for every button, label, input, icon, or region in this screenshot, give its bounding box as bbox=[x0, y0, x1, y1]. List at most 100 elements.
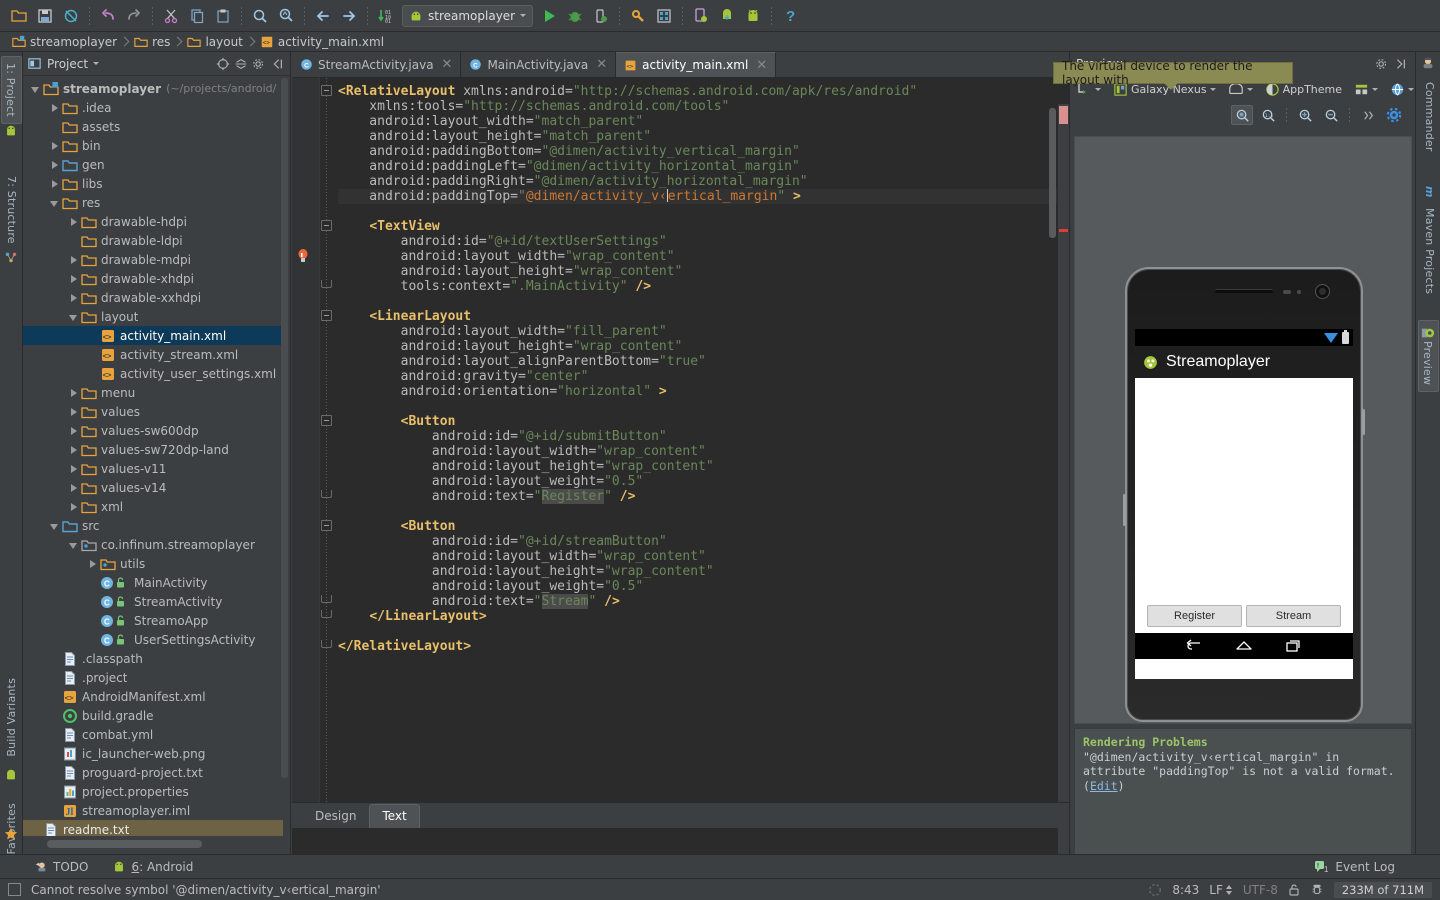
sidebar-tab-structure[interactable]: 7: Structure bbox=[1, 170, 22, 250]
sidebar-tab-build-variants[interactable]: Build Variants bbox=[1, 672, 22, 763]
chevron-down-icon[interactable] bbox=[1095, 88, 1101, 94]
tree-node-co-infinum-streamoplayer[interactable]: co.infinum.streamoplayer bbox=[23, 535, 283, 554]
event-log-button[interactable]: !1 Event Log bbox=[1314, 860, 1395, 874]
breadcrumb-item-file[interactable]: <> activity_main.xml bbox=[260, 35, 388, 49]
project-tree[interactable]: streamoplayer(~/projects/android/.ideaas… bbox=[23, 76, 283, 836]
tree-twisty-exp-icon[interactable] bbox=[67, 310, 81, 324]
tab-stream-activity[interactable]: C StreamActivity.java ✕ bbox=[292, 52, 461, 77]
fold-end[interactable] bbox=[321, 490, 332, 498]
tree-twisty-exp-icon[interactable] bbox=[29, 82, 43, 96]
register-button[interactable]: Register bbox=[1147, 605, 1242, 627]
project-tree-hscrollbar[interactable] bbox=[47, 840, 202, 848]
editor-scrollbar[interactable] bbox=[1049, 108, 1056, 238]
compile-icon[interactable]: 011001 bbox=[375, 5, 397, 27]
tree-node-project-properties[interactable]: project.properties bbox=[23, 782, 283, 801]
tree-twisty-col-icon[interactable] bbox=[67, 462, 81, 476]
tree-node-bin[interactable]: bin bbox=[23, 136, 283, 155]
tree-twisty-col-icon[interactable] bbox=[48, 101, 62, 115]
paste-icon[interactable] bbox=[212, 5, 234, 27]
tree-node--project[interactable]: .project bbox=[23, 668, 283, 687]
close-icon[interactable]: ✕ bbox=[756, 58, 767, 73]
error-marker[interactable] bbox=[1059, 106, 1068, 124]
fold-end[interactable] bbox=[321, 280, 332, 288]
save-all-icon[interactable] bbox=[34, 5, 56, 27]
tree-twisty-col-icon[interactable] bbox=[67, 405, 81, 419]
bottom-tab-todo[interactable]: TODO bbox=[34, 860, 88, 874]
undo-icon[interactable] bbox=[97, 5, 119, 27]
fold-toggle[interactable] bbox=[321, 415, 332, 426]
find-replace-icon[interactable] bbox=[275, 5, 297, 27]
sync-icon[interactable] bbox=[60, 5, 82, 27]
tree-twisty-col-icon[interactable] bbox=[67, 500, 81, 514]
overflow-icon[interactable] bbox=[1357, 105, 1379, 125]
breadcrumb-item-layout[interactable]: layout bbox=[187, 35, 246, 49]
tree-node-libs[interactable]: libs bbox=[23, 174, 283, 193]
lightbulb-error-icon[interactable] bbox=[296, 248, 310, 264]
tree-twisty-exp-icon[interactable] bbox=[67, 538, 81, 552]
tree-node-streamactivity[interactable]: CStreamActivity bbox=[23, 592, 283, 611]
tree-twisty-exp-icon[interactable] bbox=[48, 196, 62, 210]
fold-end[interactable] bbox=[321, 640, 332, 648]
editor-gutter[interactable] bbox=[292, 78, 320, 828]
refresh-icon[interactable] bbox=[1383, 105, 1405, 125]
tree-node-build-gradle[interactable]: build.gradle bbox=[23, 706, 283, 725]
tree-node-activity-stream-xml[interactable]: <>activity_stream.xml bbox=[23, 345, 283, 364]
tree-twisty-col-icon[interactable] bbox=[86, 557, 100, 571]
android-icon[interactable] bbox=[742, 5, 764, 27]
hide-panel-icon[interactable] bbox=[1391, 55, 1409, 73]
tree-twisty-col-icon[interactable] bbox=[67, 424, 81, 438]
tree-node-streamoplayer-iml[interactable]: Jlstreamoplayer.iml bbox=[23, 801, 283, 820]
run-icon[interactable] bbox=[538, 5, 560, 27]
tree-twisty-col-icon[interactable] bbox=[48, 158, 62, 172]
tree-node-drawable-xxhdpi[interactable]: drawable-xxhdpi bbox=[23, 288, 283, 307]
fold-toggle[interactable] bbox=[321, 520, 332, 531]
sidebar-tab-maven[interactable]: Maven Projects bbox=[1419, 202, 1440, 300]
editor-fold-strip[interactable] bbox=[320, 78, 334, 828]
breadcrumb-item-module[interactable]: streamoplayer bbox=[12, 35, 121, 49]
tree-node-values[interactable]: values bbox=[23, 402, 283, 421]
tree-node-utils[interactable]: utils bbox=[23, 554, 283, 573]
fold-toggle[interactable] bbox=[321, 310, 332, 321]
tree-twisty-col-icon[interactable] bbox=[48, 177, 62, 191]
edit-link[interactable]: Edit bbox=[1090, 779, 1118, 793]
tree-node-proguard-project-txt[interactable]: proguard-project.txt bbox=[23, 763, 283, 782]
tree-twisty-col-icon[interactable] bbox=[67, 253, 81, 267]
find-icon[interactable] bbox=[249, 5, 271, 27]
zoom-in-icon[interactable] bbox=[1294, 105, 1316, 125]
tree-node-activity-user-settings-xml[interactable]: <>activity_user_settings.xml bbox=[23, 364, 283, 383]
background-tasks-icon[interactable] bbox=[1148, 883, 1162, 897]
home-icon[interactable] bbox=[1234, 639, 1254, 653]
stream-button[interactable]: Stream bbox=[1246, 605, 1341, 627]
encoding-label[interactable]: UTF-8 bbox=[1243, 883, 1278, 897]
tree-twisty-col-icon[interactable] bbox=[67, 481, 81, 495]
tree-node-combat-yml[interactable]: combat.yml bbox=[23, 725, 283, 744]
run-with-coverage-icon[interactable] bbox=[590, 5, 612, 27]
collapse-all-icon[interactable] bbox=[232, 55, 250, 73]
copy-icon[interactable] bbox=[186, 5, 208, 27]
sdk-manager-icon[interactable] bbox=[627, 5, 649, 27]
tree-node--idea[interactable]: .idea bbox=[23, 98, 283, 117]
memory-indicator[interactable]: 233M of 711M bbox=[1334, 882, 1432, 898]
breadcrumb-item-res[interactable]: res bbox=[134, 35, 174, 49]
close-icon[interactable]: ✕ bbox=[596, 57, 607, 72]
line-ending-selector[interactable]: LF bbox=[1209, 883, 1233, 897]
tree-twisty-col-icon[interactable] bbox=[67, 291, 81, 305]
tree-node-streamoplayer[interactable]: streamoplayer(~/projects/android/ bbox=[23, 79, 283, 98]
tree-node-drawable-ldpi[interactable]: drawable-ldpi bbox=[23, 231, 283, 250]
tree-node-gen[interactable]: gen bbox=[23, 155, 283, 174]
tree-node-readme-txt[interactable]: readme.txt bbox=[23, 820, 283, 836]
tree-node-ic-launcher-web-png[interactable]: ic_launcher-web.png bbox=[23, 744, 283, 763]
lock-icon[interactable] bbox=[1288, 883, 1300, 897]
tree-node-streamoapp[interactable]: CStreamoApp bbox=[23, 611, 283, 630]
tree-twisty-col-icon[interactable] bbox=[67, 443, 81, 457]
tree-node-drawable-xhdpi[interactable]: drawable-xhdpi bbox=[23, 269, 283, 288]
open-folder-icon[interactable] bbox=[8, 5, 30, 27]
recents-icon[interactable] bbox=[1284, 639, 1304, 653]
close-icon[interactable]: ✕ bbox=[442, 57, 453, 72]
tab-text[interactable]: Text bbox=[369, 804, 419, 828]
tree-node-values-sw600dp[interactable]: values-sw600dp bbox=[23, 421, 283, 440]
fold-end[interactable] bbox=[321, 610, 332, 618]
tree-twisty-col-icon[interactable] bbox=[67, 272, 81, 286]
status-checkbox[interactable] bbox=[8, 883, 21, 896]
error-marker[interactable] bbox=[1059, 229, 1068, 232]
